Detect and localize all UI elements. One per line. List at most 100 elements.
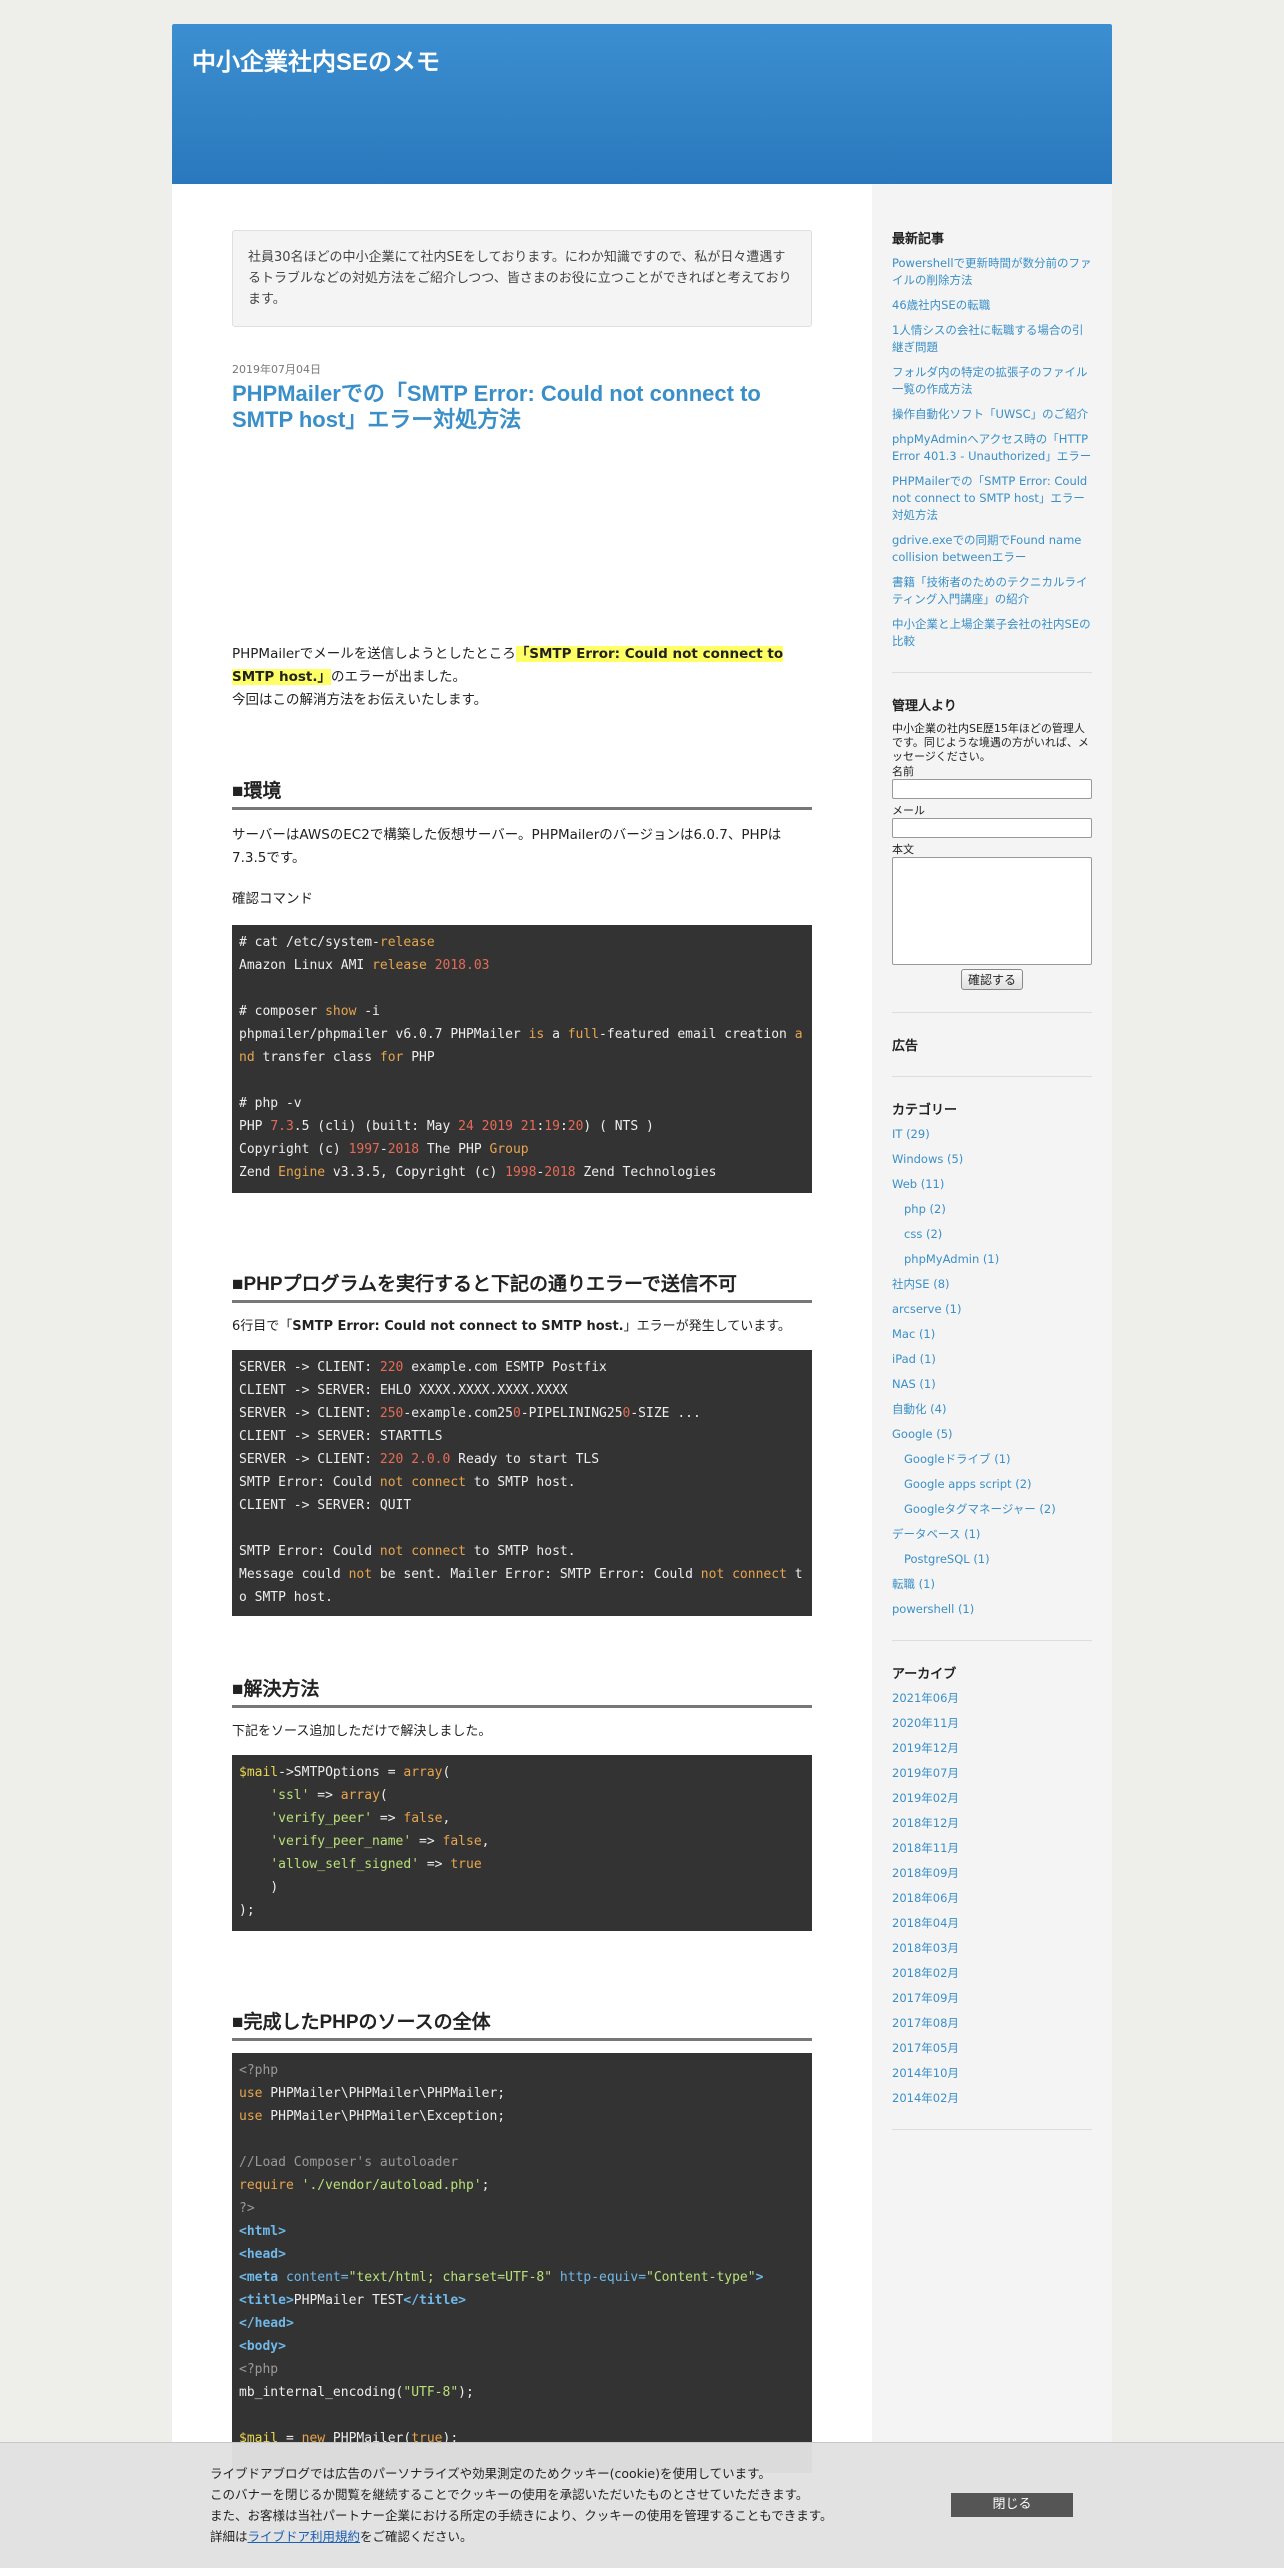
confirm-button[interactable]: 確認する: [960, 969, 1023, 990]
subcategory-item[interactable]: Google apps script (2): [892, 1476, 1092, 1493]
archive-item[interactable]: 2018年09月: [892, 1865, 1092, 1882]
category-item[interactable]: 自動化 (4): [892, 1401, 1092, 1418]
recent-item[interactable]: 操作自動化ソフト「UWSC」のご紹介: [892, 406, 1092, 423]
recent-item[interactable]: gdrive.exeでの同期でFound name collision betw…: [892, 532, 1092, 566]
confirm-command-label: 確認コマンド: [232, 891, 313, 907]
recent-item[interactable]: 1人情シスの会社に転職する場合の引継ぎ問題: [892, 322, 1092, 356]
recent-heading: 最新記事: [892, 232, 945, 247]
archive-item[interactable]: 2017年05月: [892, 2040, 1092, 2057]
heading-environment: ■環境: [232, 776, 812, 810]
recent-item[interactable]: 中小企業と上場企業子会社の社内SEの比較: [892, 616, 1092, 650]
terms-link[interactable]: ライブドア利用規約: [248, 2529, 361, 2544]
category-item[interactable]: 社内SE (8): [892, 1276, 1092, 1293]
sidebar-divider: [892, 1012, 1092, 1013]
subcategory-item[interactable]: PostgreSQL (1): [892, 1551, 1092, 1568]
lead-text: PHPMailerでメールを送信しようとしたところ: [232, 646, 516, 662]
banner-line4-before: 詳細は: [210, 2529, 248, 2544]
post-date: 2019年07月04日: [232, 363, 321, 376]
admin-text: 中小企業の社内SE歴15年ほどの管理人です。同じような境遇の方がいれば、メッセー…: [892, 722, 1089, 763]
post-title[interactable]: PHPMailerでの「SMTP Error: Could not connec…: [232, 381, 812, 433]
recent-item[interactable]: phpMyAdminへアクセス時の「HTTP Error 401.3 - Una…: [892, 431, 1092, 465]
error-text-after: 」エラーが発生しています。: [623, 1319, 791, 1334]
post-lead: PHPMailerでメールを送信しようとしたところ「SMTP Error: Co…: [232, 643, 812, 712]
category-item[interactable]: 転職 (1): [892, 1576, 1092, 1593]
sidebar-divider: [892, 672, 1092, 673]
banner-line: このバナーを閉じるか閲覧を継続することでクッキーの使用を承認いただいたものとさせ…: [210, 2487, 809, 2502]
recent-item[interactable]: フォルダ内の特定の拡張子のファイル一覧の作成方法: [892, 364, 1092, 398]
code-block-full: <?php use PHPMailer\PHPMailer\PHPMailer;…: [232, 2053, 812, 2473]
archive-item[interactable]: 2021年06月: [892, 1690, 1092, 1707]
sidebar-divider: [892, 1640, 1092, 1641]
page-container: 中小企業社内SEのメモ 社員30名ほどの中小企業にて社内SEをしております。にわ…: [172, 24, 1112, 2568]
archive-item[interactable]: 2018年03月: [892, 1940, 1092, 1957]
code-block-env: # cat /etc/system-release Amazon Linux A…: [232, 925, 812, 1193]
subcategory-item[interactable]: phpMyAdmin (1): [892, 1251, 1092, 1268]
cookie-banner-text: ライブドアブログでは広告のパーソナライズや効果測定のためクッキー(cookie)…: [210, 2463, 833, 2547]
archive-item[interactable]: 2020年11月: [892, 1715, 1092, 1732]
category-item[interactable]: NAS (1): [892, 1376, 1092, 1393]
category-item[interactable]: Mac (1): [892, 1326, 1092, 1343]
archive-item[interactable]: 2017年08月: [892, 2015, 1092, 2032]
archive-item[interactable]: 2018年12月: [892, 1815, 1092, 1832]
category-list: IT (29) Windows (5) Web (11) php (2) css…: [892, 1126, 1092, 1618]
close-button[interactable]: 閉じる: [951, 2493, 1073, 2517]
category-item[interactable]: IT (29): [892, 1126, 1092, 1143]
cookie-banner: ライブドアブログでは広告のパーソナライズや効果測定のためクッキー(cookie)…: [0, 2442, 1284, 2568]
archive-item[interactable]: 2014年10月: [892, 2065, 1092, 2082]
site-header: 中小企業社内SEのメモ: [172, 24, 1112, 184]
recent-item[interactable]: 46歳社内SEの転職: [892, 297, 1092, 314]
category-item[interactable]: Windows (5): [892, 1151, 1092, 1168]
archive-item[interactable]: 2018年06月: [892, 1890, 1092, 1907]
subcategory-item[interactable]: php (2): [892, 1201, 1092, 1218]
category-item[interactable]: Google (5): [892, 1426, 1092, 1443]
recent-item[interactable]: PHPMailerでの「SMTP Error: Could not connec…: [892, 473, 1092, 524]
error-text-bold: SMTP Error: Could not connect to SMTP ho…: [292, 1319, 624, 1334]
banner-line: 詳細はライブドア利用規約をご確認ください。: [210, 2526, 833, 2547]
site-intro: 社員30名ほどの中小企業にて社内SEをしております。にわか知識ですので、私が日々…: [232, 230, 812, 327]
heading-error: ■PHPプログラムを実行すると下記の通りエラーで送信不可: [232, 1269, 812, 1303]
archive-item[interactable]: 2019年12月: [892, 1740, 1092, 1757]
recent-item[interactable]: Powershellで更新時間が数分前のファイルの削除方法: [892, 255, 1092, 289]
archive-item[interactable]: 2018年11月: [892, 1840, 1092, 1857]
form-body-label: 本文: [892, 843, 914, 856]
message-textarea[interactable]: [892, 857, 1092, 965]
error-text-before: 6行目で「: [232, 1319, 293, 1334]
sidebar-divider: [892, 1076, 1092, 1077]
sidebar: 最新記事 Powershellで更新時間が数分前のファイルの削除方法 46歳社内…: [872, 184, 1112, 2568]
subcategory-item[interactable]: Googleタグマネージャー (2): [892, 1501, 1092, 1518]
archive-heading: アーカイブ: [892, 1667, 957, 1682]
lead-text-line2: 今回はこの解消方法をお伝えいたします。: [232, 692, 488, 708]
ad-heading: 広告: [892, 1039, 919, 1054]
subcategory-item[interactable]: css (2): [892, 1226, 1092, 1243]
archive-item[interactable]: 2019年02月: [892, 1790, 1092, 1807]
subcategory-item[interactable]: Googleドライブ (1): [892, 1451, 1092, 1468]
category-item[interactable]: データベース (1): [892, 1526, 1092, 1543]
admin-heading: 管理人より: [892, 699, 957, 714]
category-heading: カテゴリー: [892, 1103, 958, 1118]
code-block-solution: $mail->SMTPOptions = array( 'ssl' => arr…: [232, 1755, 812, 1931]
category-item[interactable]: powershell (1): [892, 1601, 1092, 1618]
heading-full-source: ■完成したPHPのソースの全体: [232, 2007, 812, 2041]
env-text: サーバーはAWSのEC2で構築した仮想サーバー。PHPMailerのバージョンは…: [232, 827, 782, 866]
category-item[interactable]: iPad (1): [892, 1351, 1092, 1368]
email-field[interactable]: [892, 818, 1092, 838]
code-block-error: SERVER -> CLIENT: 220 example.com ESMTP …: [232, 1350, 812, 1616]
archive-item[interactable]: 2017年09月: [892, 1990, 1092, 2007]
banner-line: ライブドアブログでは広告のパーソナライズや効果測定のためクッキー(cookie)…: [210, 2466, 771, 2481]
heading-solution: ■解決方法: [232, 1674, 812, 1708]
sidebar-divider: [892, 2129, 1092, 2130]
main-content: 社員30名ほどの中小企業にて社内SEをしております。にわか知識ですので、私が日々…: [232, 230, 812, 2473]
recent-list: Powershellで更新時間が数分前のファイルの削除方法 46歳社内SEの転職…: [892, 255, 1092, 650]
archive-item[interactable]: 2019年07月: [892, 1765, 1092, 1782]
archive-item[interactable]: 2018年02月: [892, 1965, 1092, 1982]
banner-line4-after: をご確認ください。: [360, 2529, 473, 2544]
recent-item[interactable]: 書籍「技術者のためのテクニカルライティング入門講座」の紹介: [892, 574, 1092, 608]
archive-item[interactable]: 2018年04月: [892, 1915, 1092, 1932]
banner-line: また、お客様は当社パートナー企業における所定の手続きにより、クッキーの使用を管理…: [210, 2508, 833, 2523]
category-item[interactable]: Web (11): [892, 1176, 1092, 1193]
name-field[interactable]: [892, 779, 1092, 799]
archive-list: 2021年06月 2020年11月 2019年12月 2019年07月 2019…: [892, 1690, 1092, 2107]
archive-item[interactable]: 2014年02月: [892, 2090, 1092, 2107]
site-title[interactable]: 中小企業社内SEのメモ: [192, 42, 440, 77]
category-item[interactable]: arcserve (1): [892, 1301, 1092, 1318]
